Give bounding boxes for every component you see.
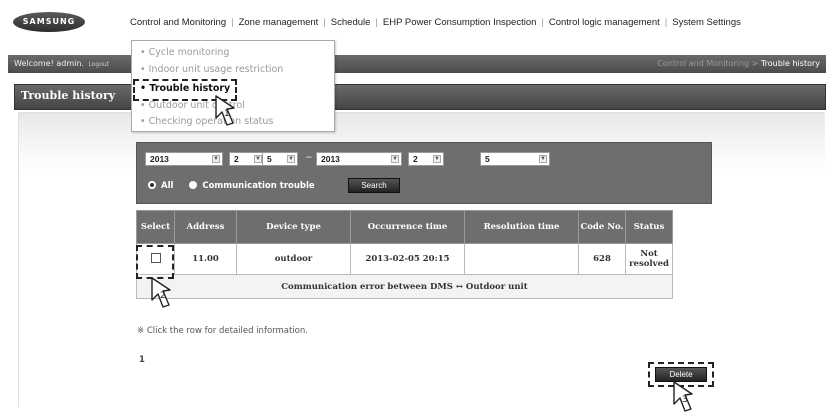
callout-pointer-3: 3 [670, 380, 700, 414]
top-navigation: SAMSUNG Control and Monitoring | Zone mana… [0, 0, 832, 50]
radio-all[interactable] [148, 181, 156, 189]
instruction-note: ※ Click the row for detailed information… [137, 326, 308, 336]
callout-number-3: 3 [682, 395, 688, 405]
col-resolution-time: Resolution time [464, 210, 579, 244]
status-cell: Not resolved [625, 243, 673, 275]
page-number[interactable]: 1 [139, 355, 145, 365]
menu-zone-management[interactable]: Zone management [239, 17, 319, 28]
breadcrumb-parent[interactable]: Control and Monitoring [657, 59, 749, 68]
menu-control-and-monitoring[interactable]: Control and Monitoring [130, 17, 226, 28]
col-code-no: Code No. [578, 210, 626, 244]
trouble-history-table: Select Address Device type Occurrence ti… [136, 210, 673, 299]
callout-number-1: 1 [224, 109, 230, 119]
start-day-value: 5 [267, 154, 272, 164]
hand-pointer-icon: 1 [215, 95, 235, 126]
samsung-logo: SAMSUNG [13, 12, 85, 32]
start-month-value: 2 [234, 154, 239, 164]
radio-all-label: All [161, 181, 174, 191]
breadcrumb: Control and Monitoring > Trouble history [657, 55, 820, 73]
dropdown-item-indoor-unit-usage[interactable]: • Indoor unit usage restriction [140, 64, 283, 75]
end-year-value: 2013 [321, 154, 340, 164]
detail-cell: Communication error between DMS ↔ Outdoo… [136, 274, 673, 299]
trouble-type-radios: All Communication trouble [148, 181, 315, 191]
end-month-value: 2 [413, 154, 418, 164]
col-address: Address [174, 210, 237, 244]
address-cell: 11.00 [174, 243, 237, 275]
menu-schedule[interactable]: Schedule [331, 17, 371, 28]
chevron-down-icon: ▼ [254, 155, 262, 163]
chevron-down-icon: ▼ [539, 155, 547, 163]
end-day-value: 5 [485, 154, 490, 164]
chevron-down-icon: ▼ [391, 155, 399, 163]
start-month-select[interactable]: 2 ▼ [229, 152, 265, 166]
col-status: Status [625, 210, 673, 244]
main-menu: Control and Monitoring | Zone management | S… [130, 17, 741, 28]
welcome-text: Welcome! admin. [14, 59, 84, 68]
hand-pointer-icon: 3 [673, 381, 693, 412]
start-year-select[interactable]: 2013 ▼ [145, 152, 223, 166]
chevron-down-icon: ▼ [212, 155, 220, 163]
start-year-value: 2013 [150, 154, 169, 164]
callout-number-2: 2 [160, 291, 166, 301]
hand-pointer-icon: 2 [151, 277, 171, 308]
callout-pointer-1: 1 [212, 94, 242, 128]
start-day-select[interactable]: 5 ▼ [262, 152, 298, 166]
occurrence-time-cell: 2013-02-05 20:15 [350, 243, 465, 275]
breadcrumb-current: Trouble history [760, 59, 820, 68]
callout-pointer-2: 2 [148, 276, 178, 310]
col-device-type: Device type [236, 210, 351, 244]
dropdown-item-checking-operation[interactable]: • Checking operation status [140, 116, 273, 127]
search-button[interactable]: Search [348, 178, 400, 193]
table-header-row: Select Address Device type Occurrence ti… [136, 210, 673, 244]
col-occurrence-time: Occurrence time [350, 210, 465, 244]
table-row[interactable]: 11.00 outdoor 2013-02-05 20:15 628 Not r… [136, 243, 673, 275]
breadcrumb-separator: > [751, 59, 759, 68]
logout-link[interactable]: Logout [89, 56, 110, 74]
detail-row: Communication error between DMS ↔ Outdoo… [136, 274, 673, 299]
menu-system-settings[interactable]: System Settings [672, 17, 741, 28]
menu-ehp-power-consumption[interactable]: EHP Power Consumption Inspection [383, 17, 537, 28]
radio-comm-label: Communication trouble [202, 181, 315, 191]
menu-control-logic[interactable]: Control logic management [549, 17, 660, 28]
end-month-select[interactable]: 2 ▼ [408, 152, 444, 166]
resolution-time-cell [464, 243, 579, 275]
dropdown-item-cycle-monitoring[interactable]: • Cycle monitoring [140, 47, 229, 58]
radio-communication-trouble[interactable] [189, 181, 198, 189]
device-type-cell: outdoor [236, 243, 351, 275]
page-title: Trouble history [21, 89, 116, 102]
chevron-down-icon: ▼ [287, 155, 295, 163]
range-separator: ~ [305, 153, 313, 163]
chevron-down-icon: ▼ [433, 155, 441, 163]
col-select: Select [136, 210, 175, 244]
end-day-select[interactable]: 5 ▼ [480, 152, 550, 166]
end-year-select[interactable]: 2013 ▼ [316, 152, 402, 166]
highlight-select-checkbox [136, 245, 174, 279]
code-no-cell: 628 [578, 243, 626, 275]
